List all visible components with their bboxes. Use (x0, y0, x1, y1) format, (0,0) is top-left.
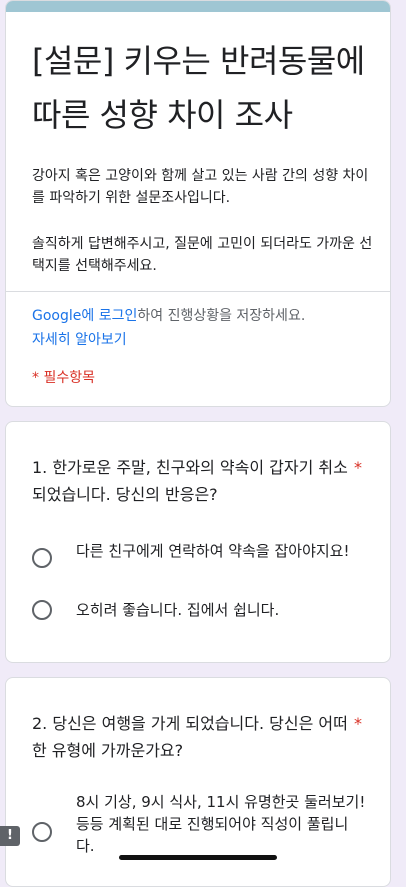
required-asterisk: * (354, 714, 362, 733)
question-title: 2. 당신은 여행을 가게 되었습니다. 당신은 어떠한 유형에 가까운가요? (32, 714, 348, 760)
learn-more-link[interactable]: 자세히 알아보기 (32, 329, 127, 351)
radio-option-label[interactable]: 다른 친구에게 연락하여 약속을 잡아야지요! (76, 540, 366, 562)
login-link[interactable]: 에 로그인 (81, 308, 137, 324)
form-title: [설문] 키우는 반려동물에 따른 성향 차이 조사 (32, 42, 365, 134)
feedback-icon[interactable]: ! (0, 826, 20, 846)
google-login-link[interactable]: Google (32, 308, 81, 324)
header-accent-bar (6, 1, 390, 12)
login-suffix: 하여 진행상황을 저장하세요. (137, 308, 306, 324)
home-indicator[interactable] (119, 855, 277, 860)
login-prompt: Google에 로그인하여 진행상황을 저장하세요. (32, 305, 372, 327)
radio-option-label[interactable]: 오히려 좋습니다. 집에서 쉽니다. (76, 599, 366, 621)
radio-circle-icon[interactable] (32, 548, 52, 568)
radio-circle-icon[interactable] (32, 600, 52, 620)
required-asterisk: * (354, 458, 362, 477)
header-divider (6, 291, 390, 292)
form-header-card: [설문] 키우는 반려동물에 따른 성향 차이 조사 강아지 혹은 고양이와 함… (5, 0, 391, 407)
form-description-2: 솔직하게 답변해주시고, 질문에 고민이 되더라도 가까운 선택지를 선택해주세… (32, 236, 373, 274)
form-description-1: 강아지 혹은 고양이와 함께 살고 있는 사람 간의 성향 차이를 파악하기 위… (32, 168, 369, 206)
required-note: * 필수항목 (32, 370, 95, 386)
question-title: 1. 한가로운 주말, 친구와의 약속이 갑자기 취소되었습니다. 당신의 반응… (32, 458, 348, 504)
radio-circle-icon[interactable] (32, 822, 52, 842)
question-card-1: 1. 한가로운 주말, 친구와의 약속이 갑자기 취소되었습니다. 당신의 반응… (5, 421, 391, 663)
radio-option-label[interactable]: 8시 기상, 9시 식사, 11시 유명한곳 둘러보기! 등등 계획된 대로 진… (76, 791, 366, 857)
